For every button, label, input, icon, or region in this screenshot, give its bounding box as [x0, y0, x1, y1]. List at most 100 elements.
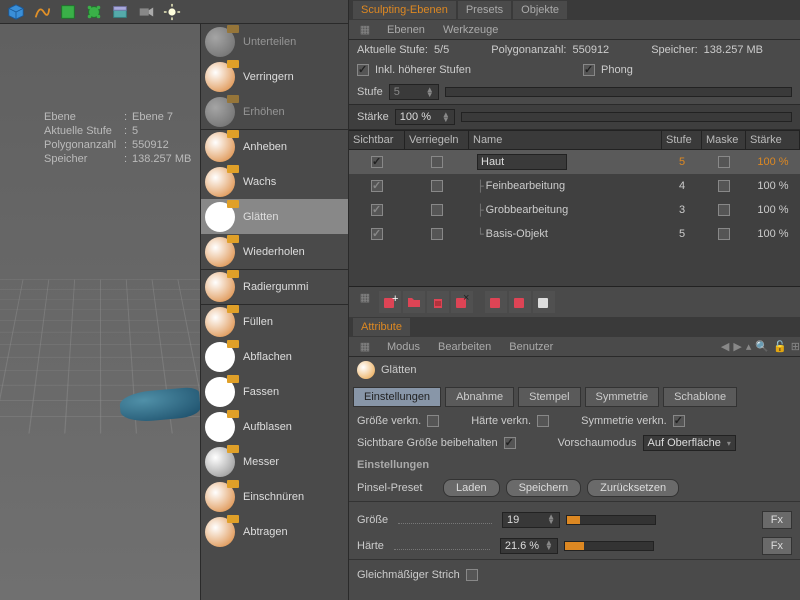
attrtab-schablone[interactable]: Schablone	[663, 387, 737, 407]
attrtab-einstellungen[interactable]: Einstellungen	[353, 387, 441, 407]
add-layer-icon[interactable]: +	[379, 291, 401, 313]
layer-lock-checkbox[interactable]	[431, 204, 443, 216]
layer-icon-4[interactable]	[533, 291, 555, 313]
nav-back-icon[interactable]: ◀	[721, 340, 729, 353]
header-name[interactable]: Name	[469, 131, 662, 149]
spline-icon[interactable]	[30, 0, 54, 24]
attrtab-symmetrie[interactable]: Symmetrie	[585, 387, 660, 407]
stroke-checkbox[interactable]	[466, 569, 478, 581]
subtab-werkzeuge[interactable]: Werkzeuge	[435, 21, 506, 39]
vorschau-dropdown[interactable]: Auf Oberfläche	[643, 435, 736, 451]
generator-icon[interactable]	[56, 0, 80, 24]
nav-fwd-icon[interactable]: ▶	[733, 340, 741, 353]
tool-wiederholen[interactable]: Wiederholen	[201, 234, 348, 269]
tool-einschnüren[interactable]: Einschnüren	[201, 479, 348, 514]
layer-row[interactable]: 5100 %	[349, 150, 800, 174]
hardness-field[interactable]: 21.6 %▲▼	[500, 538, 558, 554]
header-staerke[interactable]: Stärke	[746, 131, 800, 149]
deformer-icon[interactable]	[82, 0, 106, 24]
layer-lock-checkbox[interactable]	[431, 156, 443, 168]
size-slider[interactable]	[566, 515, 656, 525]
lock-icon[interactable]: 🔓	[773, 340, 787, 353]
tool-füllen[interactable]: Füllen	[201, 304, 348, 339]
subtab-benutzer[interactable]: Benutzer	[501, 338, 561, 356]
phong-checkbox[interactable]	[583, 64, 595, 76]
stufe-slider[interactable]	[445, 87, 792, 97]
layer-icon-3[interactable]	[509, 291, 531, 313]
hardness-slider[interactable]	[564, 541, 654, 551]
sym-verkn-checkbox[interactable]	[673, 415, 685, 427]
size-field[interactable]: 19▲▼	[502, 512, 560, 528]
tool-fassen[interactable]: Fassen	[201, 374, 348, 409]
haerte-verkn-checkbox[interactable]	[537, 415, 549, 427]
attr-sub-strip: ▦ Modus Bearbeiten Benutzer ◀ ▶ ▴ 🔍 🔓 ⊞	[349, 337, 800, 357]
tool-aufblasen[interactable]: Aufblasen	[201, 409, 348, 444]
nav-up-icon[interactable]: ▴	[746, 340, 752, 353]
layer-lock-checkbox[interactable]	[431, 180, 443, 192]
layer-mask-checkbox[interactable]	[718, 156, 730, 168]
tab-objekte[interactable]: Objekte	[513, 1, 567, 19]
folder-icon[interactable]	[403, 291, 425, 313]
tool-glätten[interactable]: Glätten	[201, 199, 348, 234]
layer-icon-2[interactable]	[485, 291, 507, 313]
subtab-ebenen[interactable]: Ebenen	[379, 21, 433, 39]
subtab-bearbeiten[interactable]: Bearbeiten	[430, 338, 499, 356]
sichtbare-checkbox[interactable]	[504, 437, 516, 449]
header-maske[interactable]: Maske	[702, 131, 746, 149]
attrtab-abnahme[interactable]: Abnahme	[445, 387, 514, 407]
menu-icon[interactable]: ⊞	[791, 340, 800, 353]
tool-unterteilen[interactable]: Unterteilen	[201, 24, 348, 59]
stufe-spinner[interactable]: 5▲▼	[389, 84, 439, 100]
tool-anheben[interactable]: Anheben	[201, 129, 348, 164]
staerke-spinner[interactable]: 100 %▲▼	[395, 109, 455, 125]
layer-mask-checkbox[interactable]	[718, 180, 730, 192]
tool-abflachen[interactable]: Abflachen	[201, 339, 348, 374]
layer-lock-checkbox[interactable]	[431, 228, 443, 240]
layer-row[interactable]: ├Grobbearbeitung3100 %	[349, 198, 800, 222]
tab-attribute[interactable]: Attribute	[353, 318, 410, 336]
layer-row[interactable]: ├Feinbearbeitung4100 %	[349, 174, 800, 198]
header-sichtbar[interactable]: Sichtbar	[349, 131, 405, 149]
layer-icon-1[interactable]: ×	[451, 291, 473, 313]
tool-erhöhen[interactable]: Erhöhen	[201, 94, 348, 129]
staerke-slider[interactable]	[461, 112, 792, 122]
hash-icon-2[interactable]: ▦	[353, 291, 377, 313]
tab-presets[interactable]: Presets	[458, 1, 511, 19]
layer-row[interactable]: └Basis-Objekt5100 %	[349, 222, 800, 246]
load-button[interactable]: Laden	[443, 479, 500, 497]
layer-mask-checkbox[interactable]	[718, 204, 730, 216]
tool-radiergummi[interactable]: Radiergummi	[201, 269, 348, 304]
layer-name-input[interactable]	[477, 154, 567, 170]
save-button[interactable]: Speichern	[506, 479, 582, 497]
tool-thumb-icon	[205, 307, 235, 337]
tool-verringern[interactable]: Verringern	[201, 59, 348, 94]
stufe-label: Stufe	[357, 86, 383, 98]
inkl-checkbox[interactable]	[357, 64, 369, 76]
light-icon[interactable]	[160, 0, 184, 24]
tool-wachs[interactable]: Wachs	[201, 164, 348, 199]
layer-visible-checkbox[interactable]	[371, 228, 383, 240]
camera-icon[interactable]	[134, 0, 158, 24]
reset-button[interactable]: Zurücksetzen	[587, 479, 679, 497]
search-icon[interactable]: 🔍	[755, 340, 769, 353]
hardness-fx-button[interactable]: Fx	[762, 537, 792, 555]
viewport[interactable]: for(let i=0;i<12;i++)document.write('<di…	[0, 24, 200, 600]
layer-mask-checkbox[interactable]	[718, 228, 730, 240]
groesse-verkn-checkbox[interactable]	[427, 415, 439, 427]
cube-icon[interactable]	[4, 0, 28, 24]
tab-sculpting-ebenen[interactable]: Sculpting-Ebenen	[353, 1, 456, 19]
environment-icon[interactable]	[108, 0, 132, 24]
tool-messer[interactable]: Messer	[201, 444, 348, 479]
header-stufe[interactable]: Stufe	[662, 131, 702, 149]
hash-icon-3[interactable]: ▦	[353, 340, 377, 353]
tool-abtragen[interactable]: Abtragen	[201, 514, 348, 549]
size-fx-button[interactable]: Fx	[762, 511, 792, 529]
attrtab-stempel[interactable]: Stempel	[518, 387, 580, 407]
layer-visible-checkbox[interactable]	[371, 156, 383, 168]
subtab-modus[interactable]: Modus	[379, 338, 428, 356]
layer-visible-checkbox[interactable]	[371, 204, 383, 216]
delete-icon[interactable]	[427, 291, 449, 313]
hash-icon[interactable]: ▦	[353, 23, 377, 36]
layer-visible-checkbox[interactable]	[371, 180, 383, 192]
header-verriegeln[interactable]: Verriegeln	[405, 131, 469, 149]
